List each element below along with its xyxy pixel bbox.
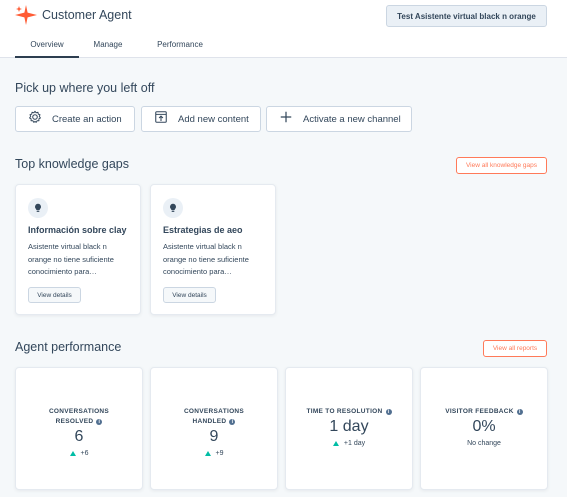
page-title: Customer Agent	[42, 8, 132, 22]
tab-bar: Overview Manage Performance	[15, 34, 217, 58]
create-action-label: Create an action	[52, 113, 122, 125]
add-content-label: Add new content	[178, 113, 249, 125]
tab-overview[interactable]: Overview	[15, 34, 79, 58]
metric-value: 1 day	[329, 418, 369, 435]
knowledge-gaps-title: Top knowledge gaps	[15, 157, 129, 171]
tab-manage[interactable]: Manage	[79, 34, 137, 58]
gear-icon	[28, 110, 42, 129]
metric-label-line: CONVERSATIONS	[183, 408, 245, 415]
metric-change-value: +1 day	[343, 440, 366, 447]
metric-value: 9	[209, 428, 219, 445]
activate-channel-label: Activate a new channel	[303, 113, 401, 125]
metric-card-visitor-feedback: VISITOR FEEDBACK i 0% No change	[420, 367, 548, 490]
metric-label-line: HANDLED	[192, 418, 227, 425]
knowledge-gap-card: Información sobre clay Asistente virtual…	[15, 184, 141, 315]
trend-up-icon	[332, 441, 339, 446]
metric-value: 6	[74, 428, 84, 445]
sparkle-logo-icon	[14, 4, 38, 26]
view-all-knowledge-gaps-button[interactable]: View all knowledge gaps	[456, 157, 547, 174]
metric-card-conversations-handled: CONVERSATIONS HANDLED i 9 +9	[150, 367, 278, 490]
test-agent-button[interactable]: Test Asistente virtual black n orange	[386, 5, 547, 27]
metric-card-conversations-resolved: CONVERSATIONS RESOLVED i 6 +6	[15, 367, 143, 490]
activate-channel-button[interactable]: Activate a new channel	[266, 106, 412, 132]
gap-description: Asistente virtual black n orange no tien…	[163, 242, 249, 276]
metric-change-value: No change	[467, 440, 501, 447]
view-details-button[interactable]: View details	[28, 287, 81, 303]
create-action-button[interactable]: Create an action	[15, 106, 135, 132]
metric-label: CONVERSATIONS RESOLVED i	[16, 407, 142, 427]
info-icon[interactable]: i	[516, 409, 523, 415]
top-bar: Customer Agent Test Asistente virtual bl…	[0, 0, 567, 58]
metric-label: CONVERSATIONS HANDLED i	[151, 407, 277, 427]
metric-change: +1 day	[286, 440, 412, 447]
knowledge-gap-card: Estrategias de aeo Asistente virtual bla…	[150, 184, 276, 315]
metric-card-time-to-resolution: TIME TO RESOLUTION i 1 day +1 day	[285, 367, 413, 490]
metric-value: 0%	[472, 418, 496, 435]
metric-label: VISITOR FEEDBACK i	[421, 407, 547, 417]
lightbulb-icon	[163, 198, 183, 218]
view-all-reports-button[interactable]: View all reports	[483, 340, 547, 357]
metric-label-line: VISITOR FEEDBACK	[445, 408, 514, 415]
agent-performance-title: Agent performance	[15, 340, 122, 354]
lightbulb-icon	[28, 198, 48, 218]
add-content-button[interactable]: Add new content	[141, 106, 261, 132]
trend-up-icon	[204, 451, 211, 456]
metric-label-line: RESOLVED	[55, 418, 94, 425]
brand: Customer Agent	[14, 4, 132, 26]
view-details-button[interactable]: View details	[163, 287, 216, 303]
plus-icon	[279, 110, 293, 129]
metric-change: +6	[16, 450, 142, 457]
gap-description: Asistente virtual black n orange no tien…	[28, 242, 114, 276]
upload-document-icon	[154, 110, 168, 129]
metric-change-value: +9	[215, 450, 224, 457]
metric-change: +9	[151, 450, 277, 457]
metric-label: TIME TO RESOLUTION i	[286, 407, 412, 417]
gap-title: Estrategias de aeo	[163, 225, 243, 235]
tab-performance[interactable]: Performance	[143, 34, 217, 58]
metric-label-line: CONVERSATIONS	[48, 408, 110, 415]
gap-title: Información sobre clay	[28, 225, 127, 235]
pickup-section-title: Pick up where you left off	[15, 81, 155, 95]
info-icon[interactable]: i	[229, 419, 236, 425]
info-icon[interactable]: i	[96, 419, 103, 425]
info-icon[interactable]: i	[385, 409, 392, 415]
metric-label-line: TIME TO RESOLUTION	[306, 408, 383, 415]
trend-up-icon	[69, 451, 76, 456]
metric-change: No change	[421, 440, 547, 447]
metric-change-value: +6	[80, 450, 89, 457]
